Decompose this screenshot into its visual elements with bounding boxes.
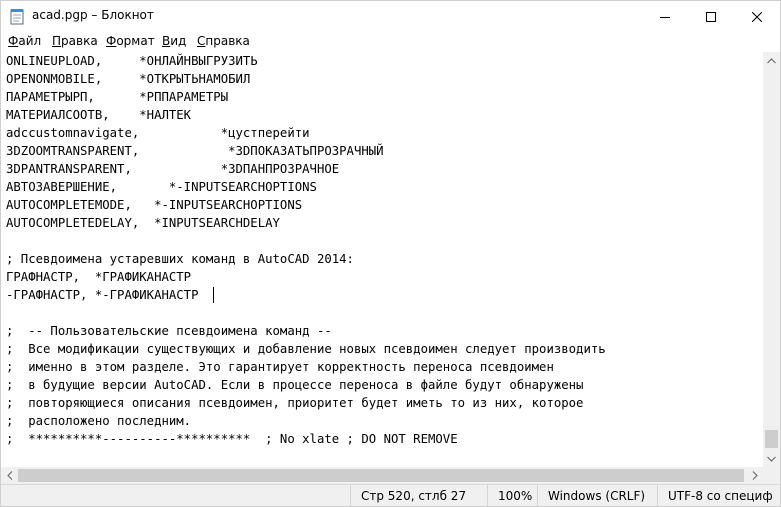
text-editor[interactable]: ONLINEUPLOAD, *ОНЛАЙНВЫГРУЗИТЬ OPENONMOB… xyxy=(1,52,763,467)
vertical-scroll-thumb[interactable] xyxy=(765,430,778,448)
file-encoding: UTF-8 со специф xyxy=(668,489,773,503)
close-icon xyxy=(752,11,762,22)
minimize-icon xyxy=(660,16,670,18)
text-line: ; Все модификации существующих и добавле… xyxy=(6,342,606,356)
status-separator xyxy=(657,485,658,506)
status-separator xyxy=(350,485,351,506)
text-line: ; -- Пользовательские псевдоимена команд… xyxy=(6,324,332,338)
text-line: ; **********----------********** ; No xl… xyxy=(6,432,458,446)
menu-help[interactable]: Справка xyxy=(197,34,250,48)
text-line: ; в будущие версии AutoCAD. Если в проце… xyxy=(6,378,584,392)
menu-bar: Файл Правка Формат Вид Справка xyxy=(1,32,780,52)
arrow-up-icon xyxy=(767,57,776,63)
status-separator xyxy=(487,485,488,506)
status-separator xyxy=(537,485,538,506)
scroll-right-button[interactable] xyxy=(746,467,763,484)
vertical-scrollbar[interactable] xyxy=(763,52,780,467)
text-line: 3DZOOMTRANSPARENT, *3DПОКАЗАТЬПРОЗРАЧНЫЙ xyxy=(6,144,384,158)
maximize-button[interactable] xyxy=(688,1,734,32)
cursor-position: Стр 520, стлб 27 xyxy=(361,489,467,503)
text-line: -ГРАФНАСТР, *-ГРАФИКАНАСТР xyxy=(6,288,199,302)
text-line: AUTOCOMPLETEMODE, *-INPUTSEARCHOPTIONS xyxy=(6,198,303,212)
zoom-level: 100% xyxy=(498,489,533,503)
text-line: ; повторяющиеся описания псевдоимен, при… xyxy=(6,396,584,410)
menu-file[interactable]: Файл xyxy=(8,34,41,48)
menu-edit[interactable]: Правка xyxy=(52,34,98,48)
arrow-left-icon xyxy=(6,471,12,480)
text-line: ; именно в этом разделе. Это гарантирует… xyxy=(6,360,554,374)
arrow-down-icon xyxy=(767,456,776,462)
text-line: adccustomnavigate, *цустперейти xyxy=(6,126,310,140)
text-line: ПАРАМЕТРЫРП, *РППАРАМЕТРЫ xyxy=(6,90,229,104)
notepad-app-icon xyxy=(10,9,24,25)
text-line: ; Псевдоимена устаревших команд в AutoCA… xyxy=(6,252,354,266)
text-line: АВТОЗАВЕРШЕНИЕ, *-INPUTSEARCHOPTIONS xyxy=(6,180,317,194)
scrollbar-corner xyxy=(763,467,780,484)
horizontal-scrollbar[interactable] xyxy=(1,467,763,484)
menu-format[interactable]: Формат xyxy=(106,34,155,48)
text-line: 3DPANTRANSPARENT, *3DПАНПРОЗРАЧНОЕ xyxy=(6,162,340,176)
minimize-button[interactable] xyxy=(642,1,688,32)
scroll-down-button[interactable] xyxy=(763,450,780,467)
close-button[interactable] xyxy=(734,1,780,32)
arrow-right-icon xyxy=(752,471,758,480)
window-title: acad.pgp – Блокнот xyxy=(32,8,154,22)
title-bar[interactable]: acad.pgp – Блокнот xyxy=(1,1,780,32)
maximize-icon xyxy=(706,11,716,22)
scroll-up-button[interactable] xyxy=(763,52,780,69)
horizontal-scroll-thumb[interactable] xyxy=(18,469,744,482)
notepad-window: acad.pgp – Блокнот Файл Правка Формат Ви… xyxy=(0,0,781,507)
text-line: ; расположено последним. xyxy=(6,414,192,428)
text-caret xyxy=(213,287,214,303)
menu-view[interactable]: Вид xyxy=(162,34,186,48)
scroll-left-button[interactable] xyxy=(1,467,18,484)
text-line: ГРАФНАСТР, *ГРАФИКАНАСТР xyxy=(6,270,192,284)
text-line: OPENONMOBILE, *ОТКРЫТЬНАМОБИЛ xyxy=(6,72,251,86)
line-ending: Windows (CRLF) xyxy=(548,489,646,503)
status-bar: Стр 520, стлб 27 100% Windows (CRLF) UTF… xyxy=(1,484,780,506)
text-line: МАТЕРИАЛСООТВ, *НАЛТЕК xyxy=(6,108,192,122)
text-line: ONLINEUPLOAD, *ОНЛАЙНВЫГРУЗИТЬ xyxy=(6,54,258,68)
text-line: AUTOCOMPLETEDELAY, *INPUTSEARCHDELAY xyxy=(6,216,280,230)
